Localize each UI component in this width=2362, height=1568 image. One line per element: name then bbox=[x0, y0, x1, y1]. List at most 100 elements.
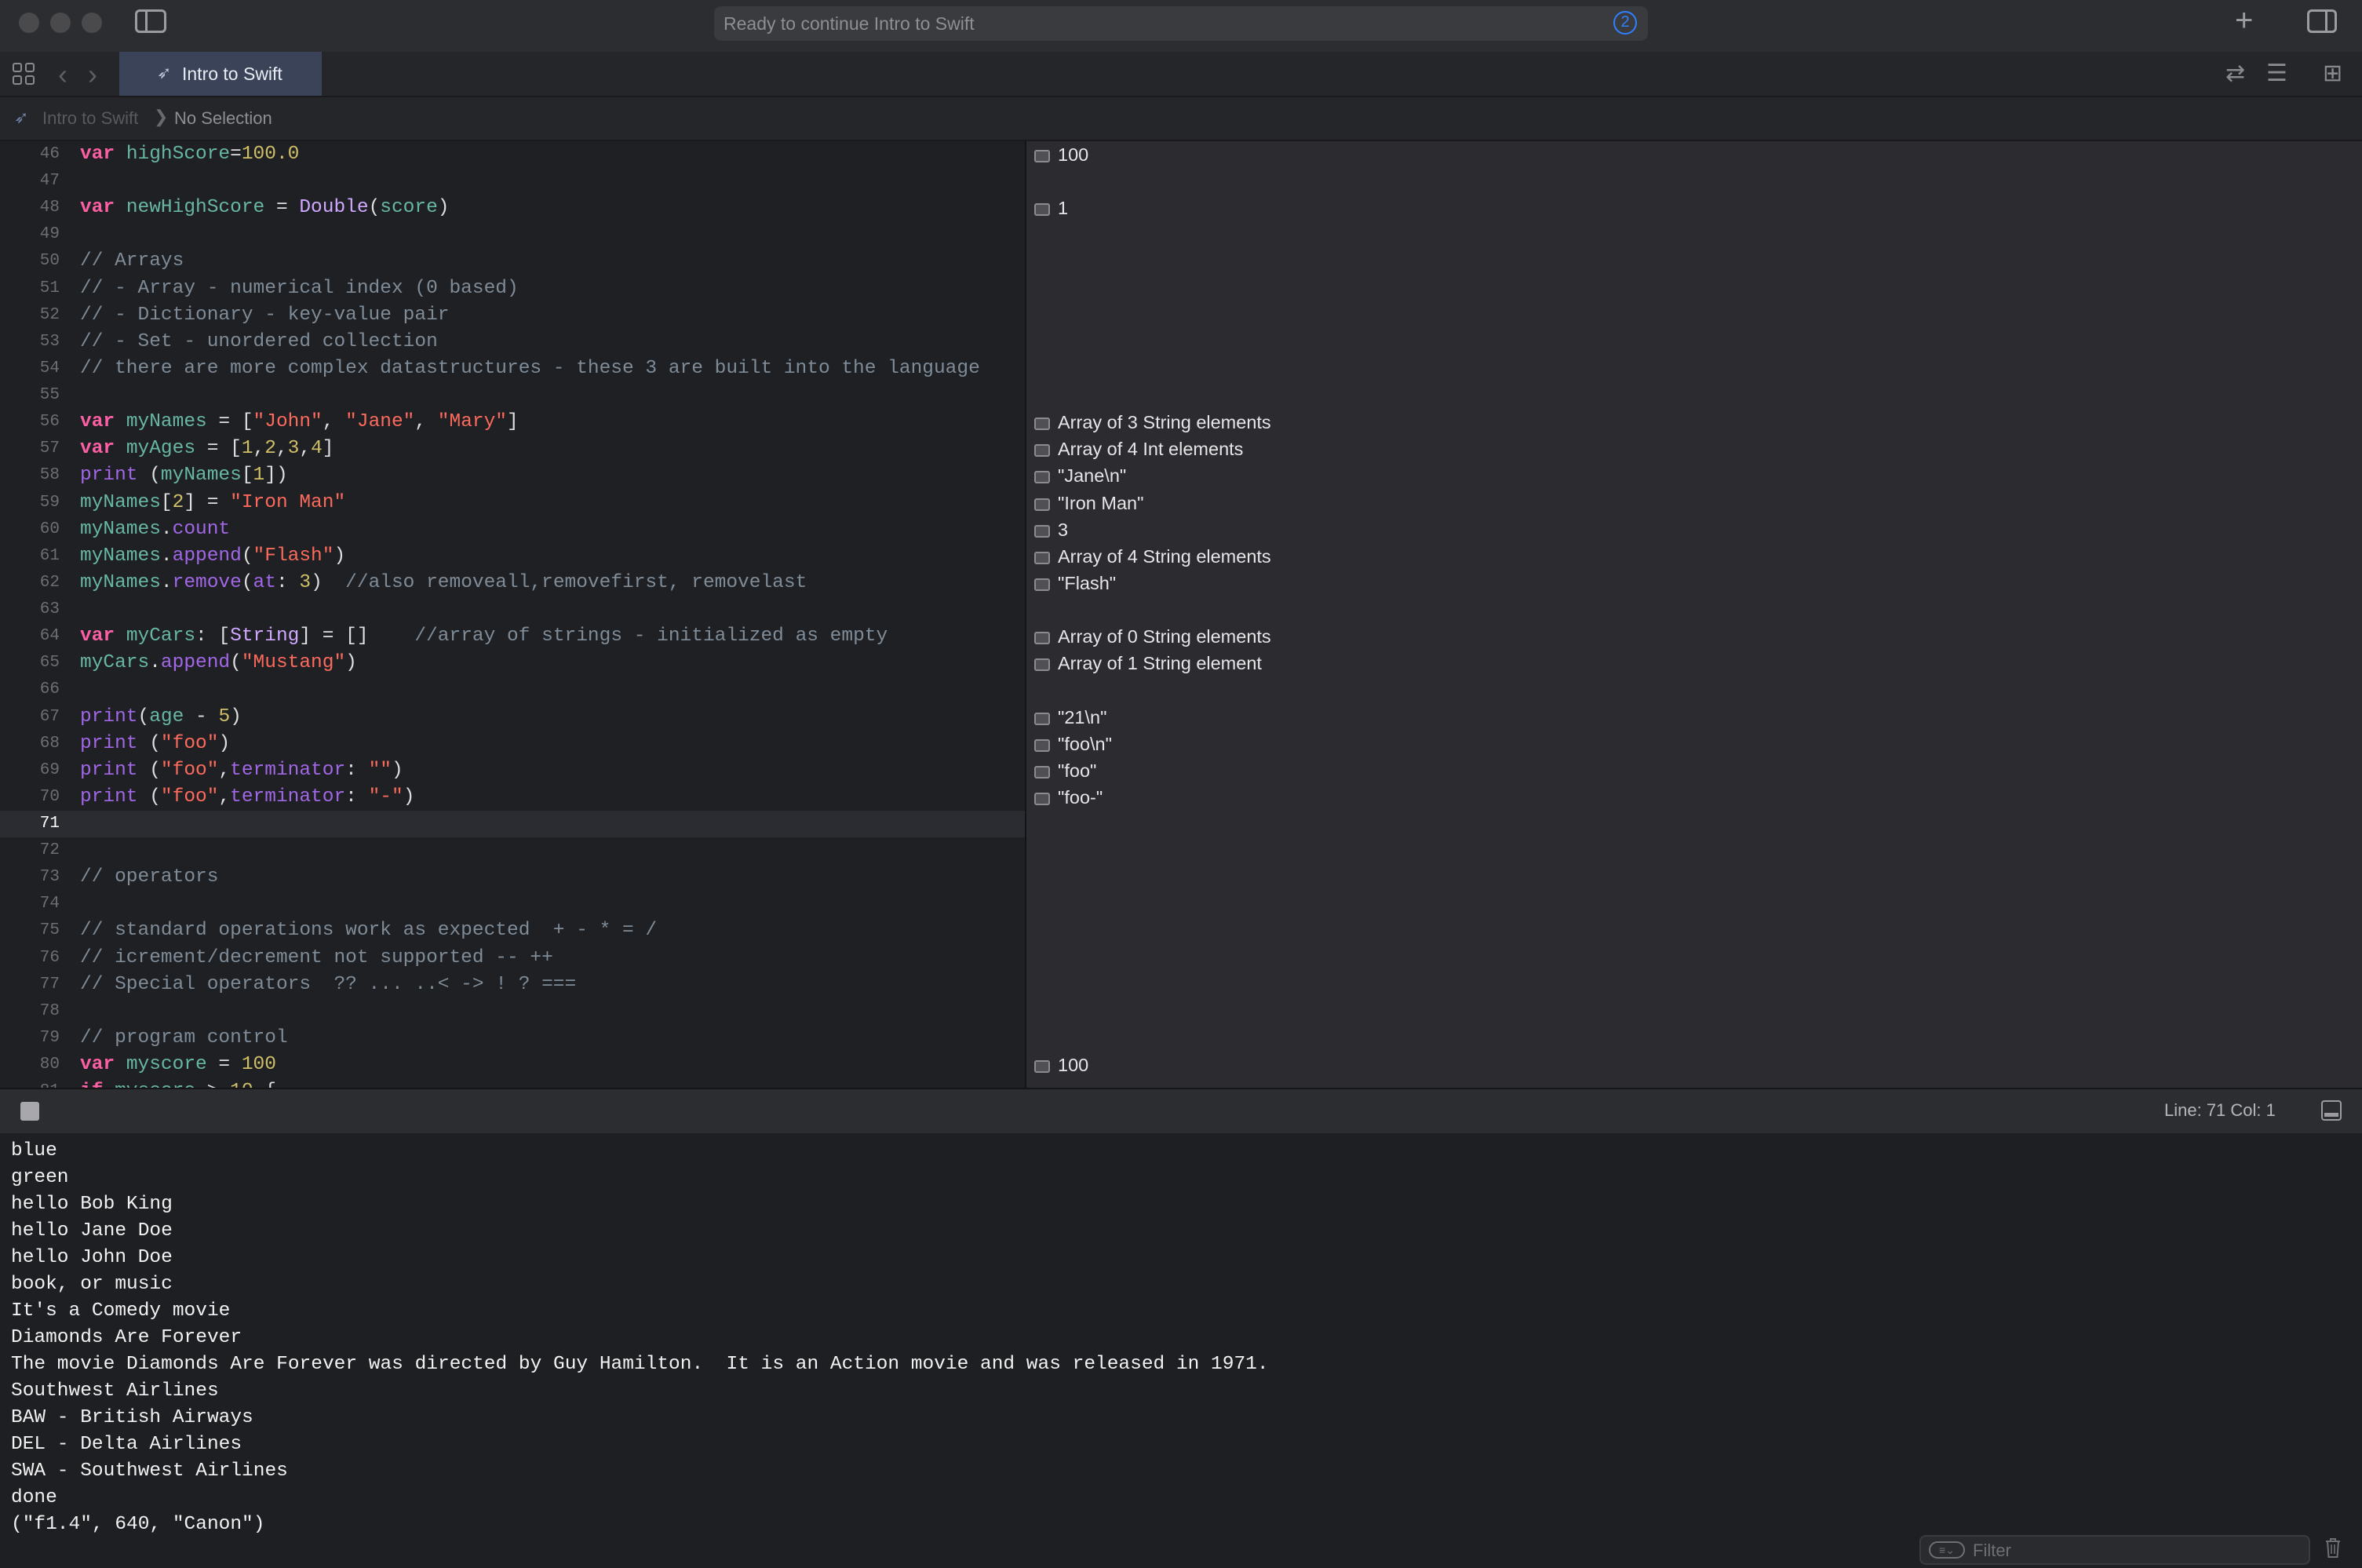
result-item[interactable]: 100 bbox=[1034, 141, 1088, 168]
add-library-icon[interactable]: + bbox=[2235, 3, 2253, 38]
breadcrumb-file[interactable]: Intro to Swift bbox=[42, 108, 138, 129]
quick-look-icon[interactable] bbox=[1034, 150, 1050, 162]
refresh-code-icon[interactable]: ⇄ bbox=[2225, 60, 2245, 87]
console-filter[interactable]: ≡⌄ bbox=[1919, 1535, 2310, 1565]
quick-look-icon[interactable] bbox=[1034, 712, 1050, 725]
code-line[interactable]: 54 // there are more complex datastructur… bbox=[0, 356, 1025, 382]
code-line[interactable]: 49 bbox=[0, 221, 1025, 248]
code-line[interactable]: 52 // - Dictionary - key-value pair bbox=[0, 302, 1025, 329]
console-line: hello Bob King bbox=[11, 1194, 173, 1215]
code-line[interactable]: 60 myNames.count bbox=[0, 516, 1025, 543]
filter-input[interactable] bbox=[1973, 1539, 2287, 1563]
quick-look-icon[interactable] bbox=[1034, 551, 1050, 564]
trash-icon[interactable] bbox=[2324, 1537, 2342, 1559]
stop-execution-button[interactable] bbox=[20, 1102, 39, 1121]
quick-look-icon[interactable] bbox=[1034, 658, 1050, 672]
result-item[interactable]: "Iron Man" bbox=[1034, 490, 1143, 516]
code-line[interactable]: 75 // standard operations work as expecte… bbox=[0, 917, 1025, 944]
code-line[interactable]: 57 var myAges = [1,2,3,4] bbox=[0, 436, 1025, 462]
quick-look-icon[interactable] bbox=[1034, 471, 1050, 484]
code-line[interactable]: 46 var highScore=100.0 bbox=[0, 141, 1025, 168]
quick-look-icon[interactable] bbox=[1034, 524, 1050, 538]
inspector-toggle-icon[interactable] bbox=[2307, 9, 2337, 33]
issue-count-badge[interactable]: 2 bbox=[1613, 11, 1637, 35]
quick-look-icon[interactable] bbox=[1034, 203, 1050, 217]
code-line[interactable]: 59 myNames[2] = "Iron Man" bbox=[0, 490, 1025, 516]
code-line[interactable]: 62 myNames.remove(at: 3) //also removeall… bbox=[0, 570, 1025, 596]
code-line[interactable]: 66 bbox=[0, 676, 1025, 703]
code-token: "-" bbox=[368, 786, 403, 808]
quick-look-icon[interactable] bbox=[1034, 738, 1050, 752]
code-line[interactable]: 72 bbox=[0, 837, 1025, 864]
quick-look-icon[interactable] bbox=[1034, 498, 1050, 511]
quick-look-icon[interactable] bbox=[1034, 792, 1050, 805]
result-item[interactable]: Array of 1 String element bbox=[1034, 650, 1262, 676]
forward-arrow-icon[interactable]: › bbox=[88, 58, 97, 91]
code-text: if myscore > 10 { bbox=[80, 1078, 276, 1088]
result-item[interactable]: 1 bbox=[1034, 195, 1068, 221]
back-arrow-icon[interactable]: ‹ bbox=[58, 58, 67, 91]
debug-area-toggle-icon[interactable] bbox=[2321, 1100, 2342, 1121]
code-line[interactable]: 56 var myNames = ["John", "Jane", "Mary"] bbox=[0, 409, 1025, 436]
quick-look-icon[interactable] bbox=[1034, 418, 1050, 431]
code-line[interactable]: 79 // program control bbox=[0, 1025, 1025, 1052]
navigator-toggle-icon[interactable] bbox=[135, 9, 166, 33]
result-item[interactable]: "foo" bbox=[1034, 757, 1096, 784]
code-line[interactable]: 53 // - Set - unordered collection bbox=[0, 329, 1025, 356]
code-line[interactable]: 70 print ("foo",terminator: "-") bbox=[0, 784, 1025, 811]
code-line[interactable]: 78 bbox=[0, 998, 1025, 1025]
code-line[interactable]: 71 bbox=[0, 811, 1025, 837]
code-line[interactable]: 69 print ("foo",terminator: "") bbox=[0, 757, 1025, 784]
related-items-grid-icon[interactable] bbox=[13, 63, 35, 85]
quick-look-icon[interactable] bbox=[1034, 1060, 1050, 1074]
code-line[interactable]: 77 // Special operators ?? ... ..< -> ! ?… bbox=[0, 972, 1025, 998]
code-line[interactable]: 80 var myscore = 100 bbox=[0, 1052, 1025, 1078]
tab-label: Intro to Swift bbox=[182, 64, 282, 84]
result-item[interactable]: "foo-" bbox=[1034, 784, 1103, 811]
code-line[interactable]: 61 myNames.append("Flash") bbox=[0, 543, 1025, 570]
quick-look-icon[interactable] bbox=[1034, 578, 1050, 591]
result-item[interactable]: "21\n" bbox=[1034, 704, 1106, 731]
result-value: Array of 3 String elements bbox=[1058, 412, 1271, 433]
quick-look-icon[interactable] bbox=[1034, 444, 1050, 458]
result-item[interactable]: 3 bbox=[1034, 516, 1068, 543]
code-line[interactable]: 76 // icrement/decrement not supported --… bbox=[0, 945, 1025, 972]
code-token: Double bbox=[299, 197, 369, 219]
quick-look-icon[interactable] bbox=[1034, 765, 1050, 779]
code-line[interactable]: 68 print ("foo") bbox=[0, 731, 1025, 757]
result-item[interactable]: Array of 3 String elements bbox=[1034, 409, 1271, 436]
result-item[interactable]: "Jane\n" bbox=[1034, 462, 1126, 489]
code-line[interactable]: 73 // operators bbox=[0, 864, 1025, 891]
code-line[interactable]: 67 print(age - 5) bbox=[0, 704, 1025, 731]
result-item[interactable]: 100 bbox=[1034, 1052, 1088, 1078]
result-item[interactable]: Array of 4 String elements bbox=[1034, 543, 1271, 570]
code-line[interactable]: 50 // Arrays bbox=[0, 248, 1025, 275]
code-line[interactable]: 65 myCars.append("Mustang") bbox=[0, 650, 1025, 676]
editor-options-icon[interactable]: ☰ bbox=[2266, 60, 2287, 87]
result-item[interactable]: Array of 0 String elements bbox=[1034, 623, 1271, 650]
filter-icon[interactable]: ≡⌄ bbox=[1929, 1541, 1965, 1559]
add-editor-icon[interactable]: ⊞ bbox=[2323, 60, 2342, 87]
result-item[interactable]: "foo\n" bbox=[1034, 731, 1112, 757]
breadcrumb-selection[interactable]: No Selection bbox=[174, 108, 272, 129]
result-item[interactable]: "Flash" bbox=[1034, 570, 1116, 596]
close-window-button[interactable] bbox=[19, 13, 39, 33]
code-line[interactable]: 74 bbox=[0, 891, 1025, 917]
result-item[interactable]: Array of 4 Int elements bbox=[1034, 436, 1243, 462]
code-line[interactable]: 51 // - Array - numerical index (0 based) bbox=[0, 275, 1025, 302]
quick-look-icon[interactable] bbox=[1034, 632, 1050, 645]
code-line[interactable]: 55 bbox=[0, 382, 1025, 409]
code-token: , bbox=[218, 759, 231, 781]
code-line[interactable]: 58 print (myNames[1]) bbox=[0, 462, 1025, 489]
code-line[interactable]: 81 if myscore > 10 { bbox=[0, 1078, 1025, 1088]
minimize-window-button[interactable] bbox=[50, 13, 71, 33]
zoom-window-button[interactable] bbox=[82, 13, 102, 33]
activity-view[interactable]: Ready to continue Intro to Swift 2 bbox=[714, 6, 1648, 41]
code-line[interactable]: 63 bbox=[0, 596, 1025, 623]
code-line[interactable]: 64 var myCars: [String] = [] //array of s… bbox=[0, 623, 1025, 650]
code-line[interactable]: 48 var newHighScore = Double(score) bbox=[0, 195, 1025, 221]
tab-intro-to-swift[interactable]: ➶ Intro to Swift bbox=[119, 52, 322, 96]
code-line[interactable]: 47 bbox=[0, 168, 1025, 195]
source-editor[interactable]: 46 var highScore=100.0 47 48 var newHighScor… bbox=[0, 141, 1025, 1088]
code-token: append bbox=[160, 652, 231, 674]
